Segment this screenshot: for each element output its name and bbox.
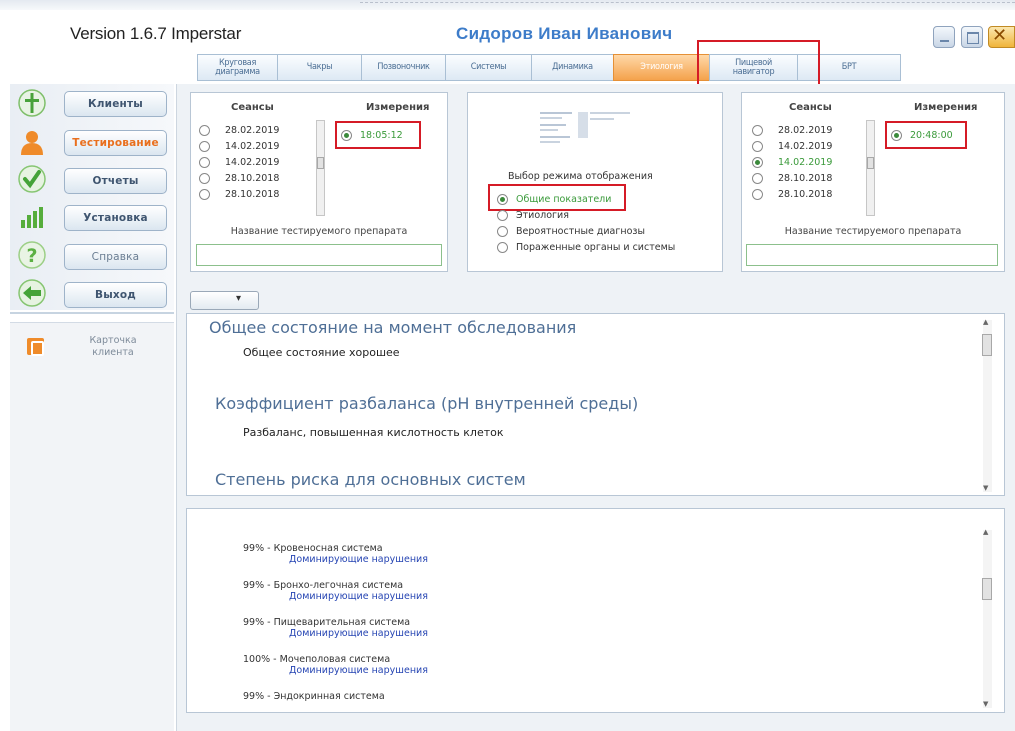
session-radio[interactable] xyxy=(199,140,210,152)
nav-setup-button[interactable]: Установка xyxy=(64,205,167,231)
left-session-scrollbar[interactable] xyxy=(316,120,325,216)
risk-link[interactable]: Доминирующие нарушения xyxy=(289,665,428,676)
client-name: Сидоров Иван Иванович xyxy=(456,24,673,43)
minimize-button[interactable] xyxy=(933,26,955,48)
session-radio[interactable] xyxy=(199,156,210,168)
left-measure-row[interactable]: 18:05:12 xyxy=(341,127,403,143)
list-item: 100% - Мочеполовая система Доминирующие н… xyxy=(243,654,428,676)
list-item: 99% - Пищеварительная система Доминирующи… xyxy=(243,617,428,639)
client-card-label[interactable]: Карточка клиента xyxy=(78,335,148,359)
measure-radio-selected[interactable] xyxy=(341,129,352,141)
app-version: Version 1.6.7 Imperstar xyxy=(70,24,242,43)
session-radio[interactable] xyxy=(199,124,210,136)
session-radio-selected[interactable] xyxy=(752,156,763,168)
nav-testing-button[interactable]: Тестирование xyxy=(64,130,167,156)
client-card-icon[interactable] xyxy=(27,338,44,356)
person-icon xyxy=(18,89,46,117)
left-sessions-header: Сеансы xyxy=(231,102,274,113)
mode-option-diagnoses[interactable]: Вероятностные диагнозы xyxy=(497,223,675,239)
session-radio[interactable] xyxy=(752,140,763,152)
risk-scrollbar[interactable]: ▲ ▼ xyxy=(982,528,992,708)
nav-reports-button[interactable]: Отчеты xyxy=(64,168,167,194)
session-row[interactable]: 14.02.2019 xyxy=(199,138,334,154)
list-item: 99% - Эндокринная система xyxy=(243,691,385,702)
list-item: 99% - Бронхо-легочная система Доминирующи… xyxy=(243,580,428,602)
tab-spine[interactable]: Позвоночник xyxy=(361,54,445,81)
tab-dynamics[interactable]: Динамика xyxy=(531,54,613,81)
mode-radio[interactable] xyxy=(497,225,508,237)
mode-option-etiology[interactable]: Этиология xyxy=(497,207,675,223)
risk-link[interactable]: Доминирующие нарушения xyxy=(289,591,428,602)
session-row[interactable]: 28.10.2018 xyxy=(199,186,334,202)
tab-systems[interactable]: Системы xyxy=(445,54,531,81)
left-measure-header: Измерения xyxy=(366,102,430,113)
display-mode-title: Выбор режима отображения xyxy=(508,171,653,182)
user-orange-icon xyxy=(21,131,43,155)
session-row[interactable]: 28.02.2019 xyxy=(199,122,334,138)
risk-link[interactable]: Доминирующие нарушения xyxy=(289,554,428,565)
preview-thumbnail xyxy=(534,108,644,154)
left-drug-label: Название тестируемого препарата xyxy=(230,226,408,237)
session-radio[interactable] xyxy=(752,124,763,136)
question-icon: ? xyxy=(18,241,46,269)
report-text-balance: Разбаланс, повышенная кислотность клеток xyxy=(243,426,504,439)
nav-clients-button[interactable]: Клиенты xyxy=(64,91,167,117)
report-dropdown[interactable]: ▾ xyxy=(190,291,259,310)
session-row[interactable]: 28.10.2018 xyxy=(199,170,334,186)
tab-etiology[interactable]: Этиология xyxy=(613,54,709,81)
report-text-general: Общее состояние хорошее xyxy=(243,346,400,359)
session-radio[interactable] xyxy=(752,172,763,184)
report-heading-balance: Коэффициент разбаланса (pH внутренней ср… xyxy=(215,394,639,413)
left-session-list: 28.02.2019 14.02.2019 14.02.2019 28.10.2… xyxy=(199,122,334,202)
checkmark-icon xyxy=(18,165,46,193)
report-scrollbar[interactable]: ▲ ▼ xyxy=(982,318,992,492)
report-heading-general: Общее состояние на момент обследования xyxy=(209,318,577,337)
tab-chakras[interactable]: Чакры xyxy=(277,54,361,81)
mode-option-general[interactable]: Общие показатели xyxy=(497,191,675,207)
tab-circle-diagram[interactable]: Круговая диаграмма xyxy=(197,54,277,81)
client-card-area xyxy=(10,322,174,731)
mode-radio[interactable] xyxy=(497,193,508,205)
bars-icon xyxy=(21,207,43,228)
session-row[interactable]: 14.02.2019 xyxy=(199,154,334,170)
session-radio[interactable] xyxy=(752,188,763,200)
left-drug-input[interactable] xyxy=(196,244,442,266)
list-item: 99% - Кровеносная система Доминирующие на… xyxy=(243,543,428,565)
right-session-scrollbar[interactable] xyxy=(866,120,875,216)
right-measure-header: Измерения xyxy=(914,102,978,113)
right-sessions-header: Сеансы xyxy=(789,102,832,113)
right-drug-label: Название тестируемого препарата xyxy=(784,226,962,237)
mode-option-organs[interactable]: Пораженные органы и системы xyxy=(497,239,675,255)
mode-radio[interactable] xyxy=(497,241,508,253)
svg-text:?: ? xyxy=(26,245,37,267)
nav-exit-button[interactable]: Выход xyxy=(64,282,167,308)
maximize-button[interactable] xyxy=(961,26,983,48)
close-icon: ✕ xyxy=(992,26,1008,46)
session-radio[interactable] xyxy=(199,172,210,184)
mode-radio[interactable] xyxy=(497,209,508,221)
nav-separator xyxy=(10,312,174,314)
measure-radio-selected[interactable] xyxy=(891,129,902,141)
session-radio[interactable] xyxy=(199,188,210,200)
nav-background xyxy=(10,84,174,310)
exit-arrow-icon xyxy=(18,279,46,307)
right-drug-input[interactable] xyxy=(746,244,998,266)
chevron-down-icon: ▾ xyxy=(236,293,242,304)
close-button[interactable]: ✕ xyxy=(988,26,1015,48)
report-heading-risk: Степень риска для основных систем xyxy=(215,470,526,489)
right-measure-row[interactable]: 20:48:00 xyxy=(891,127,953,143)
display-mode-options: Общие показатели Этиология Вероятностные… xyxy=(497,191,675,255)
risk-list: 99% - Кровеносная система Доминирующие на… xyxy=(243,543,428,711)
top-strip xyxy=(0,0,1015,10)
nav-help-button[interactable]: Справка xyxy=(64,244,167,270)
risk-link[interactable]: Доминирующие нарушения xyxy=(289,628,428,639)
